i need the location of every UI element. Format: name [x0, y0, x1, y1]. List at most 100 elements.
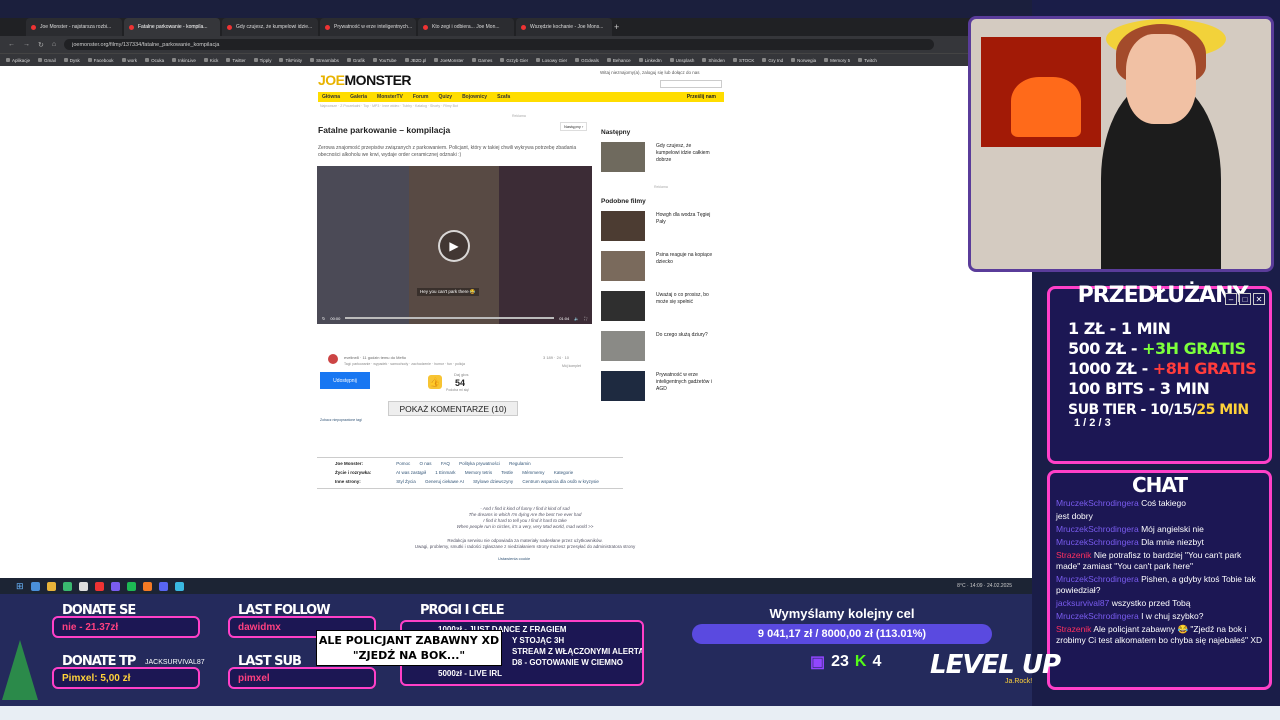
taskbar-app-icon[interactable]: [46, 581, 56, 591]
back-icon[interactable]: ←: [8, 41, 15, 48]
taskbar-app-icon[interactable]: [110, 581, 120, 591]
nav-item[interactable]: Quizy: [438, 94, 452, 100]
bookmark-item[interactable]: Gry Ind: [762, 58, 783, 63]
browser-tab[interactable]: Joe Monster - najstarsza rozbi...: [26, 18, 122, 36]
bookmark-item[interactable]: Grafik: [347, 58, 365, 63]
bookmark-item[interactable]: STOCK: [733, 58, 754, 63]
footer-link[interactable]: Stylowe dziewczyny: [473, 479, 513, 484]
home-icon[interactable]: ⌂: [52, 41, 56, 48]
report-link[interactable]: Zobacz niepoprawione tagi: [320, 418, 362, 422]
bookmark-item[interactable]: Dysk: [64, 58, 80, 63]
nav-item[interactable]: Galeria: [350, 94, 367, 100]
chat-username[interactable]: jacksurvival87: [1056, 598, 1109, 608]
similar-title[interactable]: Uważaj o co prosisz, bo może się spełnić: [656, 292, 716, 306]
volume-icon[interactable]: 🔈: [574, 316, 579, 321]
chat-username[interactable]: MruczekSchrodingera: [1056, 537, 1139, 547]
bookmark-item[interactable]: Tipply: [254, 58, 272, 63]
thumbs-up-icon[interactable]: 👍: [428, 375, 442, 389]
footer-link[interactable]: Testle: [501, 470, 513, 475]
similar-thumbnail[interactable]: [601, 251, 645, 281]
footer-link[interactable]: Centrum wsparcia dla osób w kryzysie: [522, 479, 599, 484]
new-tab-icon[interactable]: +: [614, 22, 619, 32]
bookmark-item[interactable]: Ocuka: [145, 58, 164, 63]
taskbar-app-icon[interactable]: [94, 581, 104, 591]
similar-thumbnail[interactable]: [601, 331, 645, 361]
chat-username[interactable]: Strazenik: [1056, 550, 1091, 560]
sub-nav[interactable]: Najnowsze · Z Poczekalni · Top · MP3 · I…: [320, 104, 458, 108]
taskbar-app-icon[interactable]: [174, 581, 184, 591]
fullscreen-icon[interactable]: ⛶: [584, 316, 587, 321]
bookmark-item[interactable]: Streamlabs: [310, 58, 339, 63]
chat-username[interactable]: MruczekSchrodingera: [1056, 498, 1139, 508]
footer-link[interactable]: FAQ: [441, 461, 450, 466]
video-player[interactable]: ▶ Hey you can't park there 😂 ↻ 00:00 01:…: [317, 166, 592, 324]
browser-tab[interactable]: Gdy czujesz, że kumpelowi idzie...: [222, 18, 318, 36]
chat-username[interactable]: MruczekSchrodingera: [1056, 611, 1139, 621]
bookmark-item[interactable]: LinkedIn: [639, 58, 662, 63]
bookmark-item[interactable]: InkinLive: [172, 58, 196, 63]
footer-link[interactable]: Memory tetris: [465, 470, 492, 475]
footer-link[interactable]: Regulamin: [509, 461, 531, 466]
chat-username[interactable]: Strazenik: [1056, 624, 1091, 634]
chat-username[interactable]: MruczekSchrodingera: [1056, 574, 1139, 584]
footer-link[interactable]: Polityka prywatności: [459, 461, 500, 466]
play-icon[interactable]: ▶: [438, 230, 470, 262]
replay-icon[interactable]: ↻: [322, 316, 325, 321]
footer-link[interactable]: Generuj ciekawe AI: [425, 479, 464, 484]
chat-username[interactable]: MruczekSchrodingera: [1056, 524, 1139, 534]
footer-link[interactable]: Mémmemy: [522, 470, 544, 475]
close-icon[interactable]: ✕: [1253, 293, 1265, 305]
footer-link[interactable]: O nas: [420, 461, 432, 466]
footer-link[interactable]: AI was zastąpił: [396, 470, 426, 475]
bookmark-item[interactable]: Gmail: [38, 58, 56, 63]
login-prompt[interactable]: Witaj nieznajomy(a), zaloguj się lub doł…: [600, 70, 700, 75]
browser-tab-active[interactable]: Fatalne parkowanie - kompila...: [124, 18, 220, 36]
footer-link[interactable]: 1 Einmark: [435, 470, 455, 475]
similar-thumbnail[interactable]: [601, 211, 645, 241]
url-input[interactable]: [64, 39, 935, 50]
similar-thumbnail[interactable]: [601, 371, 645, 401]
bookmark-item[interactable]: Games: [472, 58, 493, 63]
footer-link[interactable]: Styl Życia: [396, 479, 416, 484]
bookmark-item[interactable]: Twitter: [226, 58, 245, 63]
my-collection-link[interactable]: Mój komplet: [562, 364, 581, 368]
similar-title[interactable]: Prywatność w erze inteligentnych gadżetó…: [656, 372, 716, 393]
browser-tab[interactable]: Kto zegi i odbiera... Joe Mon...: [418, 18, 514, 36]
bookmark-item[interactable]: Norwegia: [791, 58, 816, 63]
bookmark-item[interactable]: Behance: [607, 58, 631, 63]
video-progress-bar[interactable]: [345, 317, 555, 319]
minimize-icon[interactable]: –: [1225, 293, 1237, 305]
bookmark-item[interactable]: YouTube: [373, 58, 397, 63]
bookmark-item[interactable]: Facebook: [88, 58, 114, 63]
bookmark-item[interactable]: JB2D.pl: [405, 58, 427, 63]
bookmark-item[interactable]: JoeMonster: [434, 58, 464, 63]
next-thumbnail[interactable]: [601, 142, 645, 172]
bookmark-item[interactable]: Grzyb Gier: [500, 58, 528, 63]
similar-thumbnail[interactable]: [601, 291, 645, 321]
bookmark-item[interactable]: Losowy Gier: [536, 58, 567, 63]
nav-item[interactable]: Szafa: [497, 94, 510, 100]
search-box[interactable]: [660, 80, 722, 88]
bookmark-item[interactable]: Shinden: [702, 58, 725, 63]
bookmark-item[interactable]: Kick: [204, 58, 219, 63]
author-line[interactable]: eveline8 · 11 godzin temu do Mefio: [344, 355, 406, 360]
browser-tab[interactable]: Wszędzie kochanie - Joe Mons...: [516, 18, 612, 36]
taskbar-app-icon[interactable]: [78, 581, 88, 591]
bookmark-item[interactable]: work: [122, 58, 138, 63]
show-comments-button[interactable]: POKAŻ KOMENTARZE (10): [388, 401, 518, 416]
share-button[interactable]: Udostępnij: [320, 372, 370, 389]
footer-link[interactable]: Pomoc: [396, 461, 410, 466]
nav-item[interactable]: MonsterTV: [377, 94, 403, 100]
bookmark-item[interactable]: GGdeals: [575, 58, 599, 63]
nav-item[interactable]: Forum: [413, 94, 429, 100]
taskbar-app-icon[interactable]: [126, 581, 136, 591]
bookmark-item[interactable]: Unsplash: [670, 58, 695, 63]
system-tray[interactable]: 8°C · 14:09 · 24.02.2025: [957, 583, 1032, 589]
similar-title[interactable]: Psina reaguje na kopiące dziecko: [656, 252, 716, 266]
browser-tab[interactable]: Prywatność w erze inteligentnych...: [320, 18, 416, 36]
forward-icon[interactable]: →: [23, 41, 30, 48]
bookmark-item[interactable]: Twitch: [858, 58, 877, 63]
tags-line[interactable]: Tagi: parkowanie · wypadek · samochody ·…: [344, 362, 465, 366]
nav-item[interactable]: Bojownicy: [462, 94, 487, 100]
nav-item[interactable]: Główna: [322, 94, 340, 100]
